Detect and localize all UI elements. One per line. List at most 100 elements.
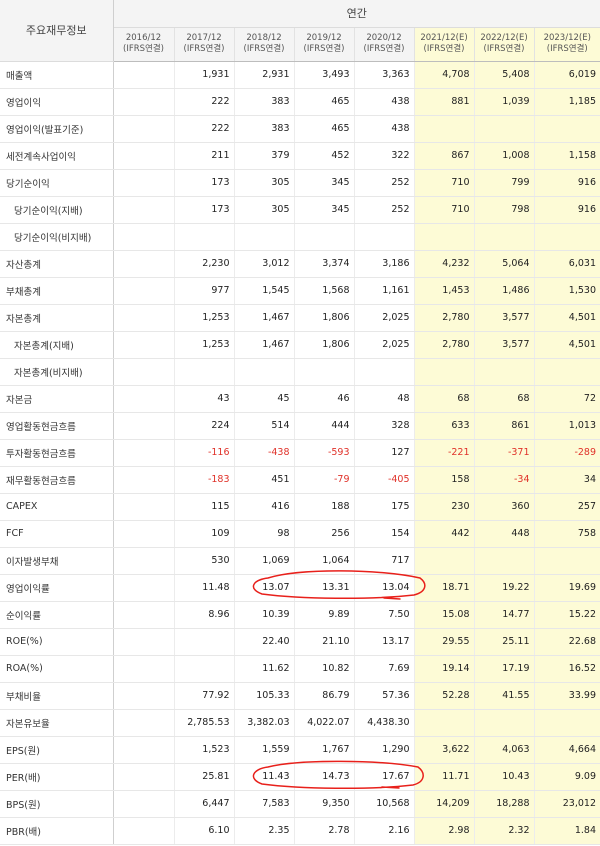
table-cell: 11.48 [173, 574, 234, 602]
table-cell: -183 [173, 466, 234, 494]
table-cell: -116 [173, 439, 234, 467]
year-column-header: 2021/12(E) (IFRS연결) [413, 27, 474, 62]
table-cell: 11.43 [233, 763, 294, 791]
accounting-basis-label: (IFRS연결) [123, 44, 164, 54]
table-row: 자산총계 2,230 3,012 3,374 3,186 4,232 5,064 6,031 [0, 249, 600, 278]
table-cell: 442 [413, 520, 474, 548]
accounting-basis-label: (IFRS연결) [303, 44, 345, 54]
table-cell [233, 358, 294, 386]
table-cell: 2.35 [233, 817, 294, 845]
table-cell: 18.71 [413, 574, 474, 602]
table-cell: 9.89 [293, 601, 354, 629]
row-label: 부채총계 [0, 277, 114, 305]
table-cell [112, 682, 174, 710]
table-cell: 9,350 [293, 790, 354, 818]
table-cell: 3,374 [293, 249, 354, 278]
table-cell [533, 709, 600, 737]
table-cell: 530 [173, 547, 234, 575]
table-cell: 2,931 [233, 61, 294, 89]
table-cell: 9.09 [533, 763, 600, 791]
table-cell [112, 735, 174, 764]
table-cell: 1,253 [173, 304, 234, 332]
table-cell [112, 304, 174, 332]
table-cell: 19.69 [533, 574, 600, 602]
table-cell: 19.22 [473, 574, 534, 602]
table-cell [112, 547, 174, 575]
table-cell: 710 [413, 196, 474, 224]
table-cell: 360 [473, 493, 534, 521]
table-cell: 633 [413, 412, 474, 440]
row-label: ROE(%) [0, 628, 114, 656]
table-cell [473, 709, 534, 737]
table-cell: 1,453 [413, 277, 474, 305]
row-label: 당기순이익(지배) [0, 196, 114, 224]
table-cell: 305 [233, 196, 294, 224]
table-cell: 2.32 [473, 817, 534, 845]
table-cell: 1,806 [293, 331, 354, 359]
table-cell: 7,583 [233, 790, 294, 818]
row-label: 부채비율 [0, 682, 114, 710]
table-cell: 448 [473, 520, 534, 548]
table-cell [533, 223, 600, 251]
table-cell: 444 [293, 412, 354, 440]
table-cell [112, 439, 174, 467]
table-row: 영업활동현금흐름 224 514 444 328 633 861 1,013 [0, 412, 600, 440]
table-cell: 977 [173, 277, 234, 305]
table-cell [293, 223, 354, 251]
table-cell [112, 412, 174, 440]
table-cell: 115 [173, 493, 234, 521]
table-cell: 68 [473, 384, 534, 413]
table-cell: -79 [293, 466, 354, 494]
table-cell [112, 466, 174, 494]
table-cell: 2,780 [413, 304, 474, 332]
table-row: 투자활동현금흐름 -116 -438 -593 127 -221 -371 -289 [0, 439, 600, 467]
row-label: 자본금 [0, 384, 114, 413]
table-cell: 14.77 [473, 601, 534, 629]
table-cell: 22.40 [233, 628, 294, 656]
table-cell: 175 [353, 493, 414, 521]
table-cell: 1,069 [233, 547, 294, 575]
row-label: ROA(%) [0, 655, 114, 683]
table-cell: 46 [293, 384, 354, 413]
table-cell [173, 628, 234, 656]
table-cell [473, 223, 534, 251]
year-column-header: 2022/12(E) (IFRS연결) [473, 27, 534, 62]
table-cell: 916 [533, 196, 600, 224]
table-cell: 6,447 [173, 790, 234, 818]
table-cell [112, 628, 174, 656]
table-cell [112, 142, 174, 170]
table-cell [473, 115, 534, 143]
table-cell: 10.82 [293, 655, 354, 683]
table-cell: 3,382.03 [233, 709, 294, 737]
year-label: 2019/12 [306, 33, 342, 43]
table-cell: -371 [473, 439, 534, 467]
row-label: 자본총계 [0, 304, 114, 332]
table-cell: 1,039 [473, 88, 534, 116]
table-cell: 1,185 [533, 88, 600, 116]
row-label: 자산총계 [0, 249, 114, 278]
table-cell [173, 223, 234, 251]
table-cell: 211 [173, 142, 234, 170]
table-cell: 379 [233, 142, 294, 170]
table-cell [233, 223, 294, 251]
table-cell: 1,767 [293, 735, 354, 764]
table-cell: 230 [413, 493, 474, 521]
table-header: 주요재무정보 연간 2016/12 (IFRS연결) 2017/12 (IFRS연결)… [0, 0, 600, 62]
table-cell: 19.14 [413, 655, 474, 683]
year-column-header: 2020/12 (IFRS연결) [353, 27, 414, 62]
table-cell: 1,161 [353, 277, 414, 305]
table-cell: 798 [473, 196, 534, 224]
table-cell: 2,785.53 [173, 709, 234, 737]
table-cell: 5,408 [473, 61, 534, 89]
table-row: ROA(%) 11.62 10.82 7.69 19.14 17.19 16.52 [0, 655, 600, 683]
table-cell: 514 [233, 412, 294, 440]
table-cell [112, 493, 174, 521]
table-cell: 1,545 [233, 277, 294, 305]
table-cell: 224 [173, 412, 234, 440]
row-label: 당기순이익 [0, 169, 114, 197]
table-cell: 1,530 [533, 277, 600, 305]
table-cell: 23,012 [533, 790, 600, 818]
table-cell: 222 [173, 88, 234, 116]
table-cell: 17.67 [353, 763, 414, 791]
row-label: 순이익률 [0, 601, 114, 629]
